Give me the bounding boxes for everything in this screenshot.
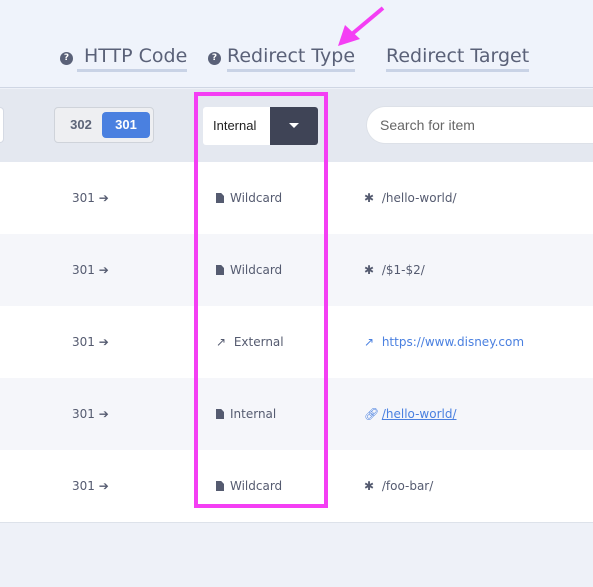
target-text: /hello-world/ <box>381 191 457 205</box>
redirect-target: ✱ /foo-bar/ <box>364 450 433 522</box>
redirect-target: ✱ /hello-world/ <box>364 162 457 234</box>
arrow-right-icon: ➔ <box>98 335 109 349</box>
http-code: 301 ➔ <box>72 378 109 450</box>
external-link-icon: ↗ <box>364 335 375 349</box>
target-link[interactable]: /hello-world/ <box>382 407 457 421</box>
arrow-right-icon: ➔ <box>98 479 109 493</box>
toggle-301[interactable]: 301 <box>102 112 150 138</box>
target-link[interactable]: https://www.disney.com <box>382 335 524 349</box>
http-code: 301 ➔ <box>72 450 109 522</box>
arrow-right-icon: ➔ <box>98 191 109 205</box>
http-code-toggle: 302 301 <box>54 107 154 143</box>
highlight-annotation-box <box>194 92 328 508</box>
code-value: 301 <box>72 263 95 277</box>
redirect-target[interactable]: 🔗︎ /hello-world/ <box>364 378 457 450</box>
http-code: 301 ➔ <box>72 306 109 378</box>
toggle-302[interactable]: 302 <box>61 112 101 138</box>
arrow-right-icon: ➔ <box>98 263 109 277</box>
redirect-target[interactable]: ↗ https://www.disney.com <box>364 306 524 378</box>
code-value: 301 <box>72 407 95 421</box>
table-footer <box>0 522 593 587</box>
target-text: /$1-$2/ <box>381 263 425 277</box>
arrow-right-icon: ➔ <box>98 407 109 421</box>
code-value: 301 <box>72 191 95 205</box>
redirect-target: ✱ /$1-$2/ <box>364 234 425 306</box>
http-code: 301 ➔ <box>72 234 109 306</box>
http-code: 301 ➔ <box>72 162 109 234</box>
asterisk-icon: ✱ <box>364 191 375 205</box>
link-icon: 🔗︎ <box>364 407 380 421</box>
asterisk-icon: ✱ <box>364 263 375 277</box>
asterisk-icon: ✱ <box>364 479 375 493</box>
target-text: /foo-bar/ <box>381 479 434 493</box>
code-value: 301 <box>72 335 95 349</box>
search-input[interactable]: Search for item <box>366 106 593 144</box>
code-value: 301 <box>72 479 95 493</box>
filter-input[interactable] <box>0 107 4 143</box>
annotation-arrow-icon <box>338 6 385 46</box>
